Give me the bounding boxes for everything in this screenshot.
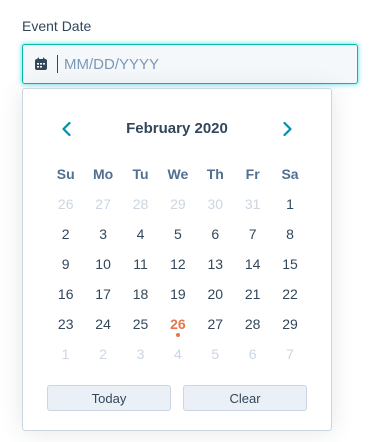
- date-picker-popover: February 2020 Su Mo Tu We Th Fr Sa 26 27 2…: [22, 88, 332, 431]
- day-cell[interactable]: 1: [271, 189, 308, 219]
- day-cell[interactable]: 23: [47, 309, 84, 339]
- day-cell[interactable]: 18: [122, 279, 159, 309]
- day-cell[interactable]: 29: [271, 309, 308, 339]
- day-cell-outside-month[interactable]: 3: [122, 339, 159, 369]
- event-date-field[interactable]: [22, 44, 358, 84]
- day-cell[interactable]: 19: [159, 279, 196, 309]
- day-cell[interactable]: 12: [159, 249, 196, 279]
- calendar-grid: Su Mo Tu We Th Fr Sa 26 27 28 29 30 31 1 2 3 4 5 6 7…: [47, 159, 309, 369]
- day-cell[interactable]: 20: [197, 279, 234, 309]
- weekday-label: Mo: [92, 166, 114, 182]
- day-cell[interactable]: 5: [159, 219, 196, 249]
- day-cell[interactable]: 4: [122, 219, 159, 249]
- day-cell-today[interactable]: 26: [159, 309, 196, 339]
- day-cell[interactable]: 8: [271, 219, 308, 249]
- day-cell[interactable]: 21: [234, 279, 271, 309]
- weekday-label: Fr: [245, 166, 260, 182]
- day-cell[interactable]: 10: [84, 249, 121, 279]
- clear-button[interactable]: Clear: [183, 385, 307, 411]
- weekday-label: We: [167, 166, 189, 182]
- day-cell[interactable]: 28: [234, 309, 271, 339]
- day-cell[interactable]: 13: [197, 249, 234, 279]
- day-cell-outside-month[interactable]: 1: [47, 339, 84, 369]
- calendar-header: February 2020: [23, 117, 331, 141]
- day-cell[interactable]: 22: [271, 279, 308, 309]
- day-cell[interactable]: 25: [122, 309, 159, 339]
- day-cell[interactable]: 9: [47, 249, 84, 279]
- day-cell-outside-month[interactable]: 4: [159, 339, 196, 369]
- day-cell[interactable]: 16: [47, 279, 84, 309]
- week-row: 2345678: [47, 219, 309, 249]
- weekday-label: Su: [56, 166, 75, 182]
- day-cell-outside-month[interactable]: 26: [47, 189, 84, 219]
- day-cell[interactable]: 15: [271, 249, 308, 279]
- day-cell-outside-month[interactable]: 2: [84, 339, 121, 369]
- day-cell[interactable]: 11: [122, 249, 159, 279]
- day-cell[interactable]: 6: [197, 219, 234, 249]
- week-row: 16 17 18 19 20 21 22: [47, 279, 309, 309]
- weekday-label: Tu: [132, 166, 149, 182]
- day-cell[interactable]: 27: [197, 309, 234, 339]
- event-date-label: Event Date: [22, 18, 92, 34]
- day-cell[interactable]: 2: [47, 219, 84, 249]
- day-cell[interactable]: 14: [234, 249, 271, 279]
- calendar-icon: [34, 57, 48, 71]
- weekday-label: Sa: [281, 166, 299, 182]
- today-button[interactable]: Today: [47, 385, 171, 411]
- day-cell-outside-month[interactable]: 5: [197, 339, 234, 369]
- day-cell[interactable]: 24: [84, 309, 121, 339]
- day-cell-outside-month[interactable]: 29: [159, 189, 196, 219]
- weekday-header-row: Su Mo Tu We Th Fr Sa: [47, 159, 309, 189]
- day-cell-outside-month[interactable]: 28: [122, 189, 159, 219]
- day-cell-outside-month[interactable]: 6: [234, 339, 271, 369]
- week-row: 23 24 25 26 27 28 29: [47, 309, 309, 339]
- day-cell[interactable]: 17: [84, 279, 121, 309]
- day-cell-outside-month[interactable]: 27: [84, 189, 121, 219]
- day-cell-outside-month[interactable]: 30: [197, 189, 234, 219]
- chevron-right-icon[interactable]: [277, 119, 297, 139]
- day-cell-outside-month[interactable]: 31: [234, 189, 271, 219]
- day-cell[interactable]: 7: [234, 219, 271, 249]
- day-cell[interactable]: 3: [84, 219, 121, 249]
- date-input[interactable]: [57, 55, 324, 73]
- week-row: 9 10 11 12 13 14 15: [47, 249, 309, 279]
- day-cell-outside-month[interactable]: 7: [271, 339, 308, 369]
- week-row: 1234567: [47, 339, 309, 369]
- weekday-label: Th: [206, 166, 224, 182]
- week-row: 26 27 28 29 30 31 1: [47, 189, 309, 219]
